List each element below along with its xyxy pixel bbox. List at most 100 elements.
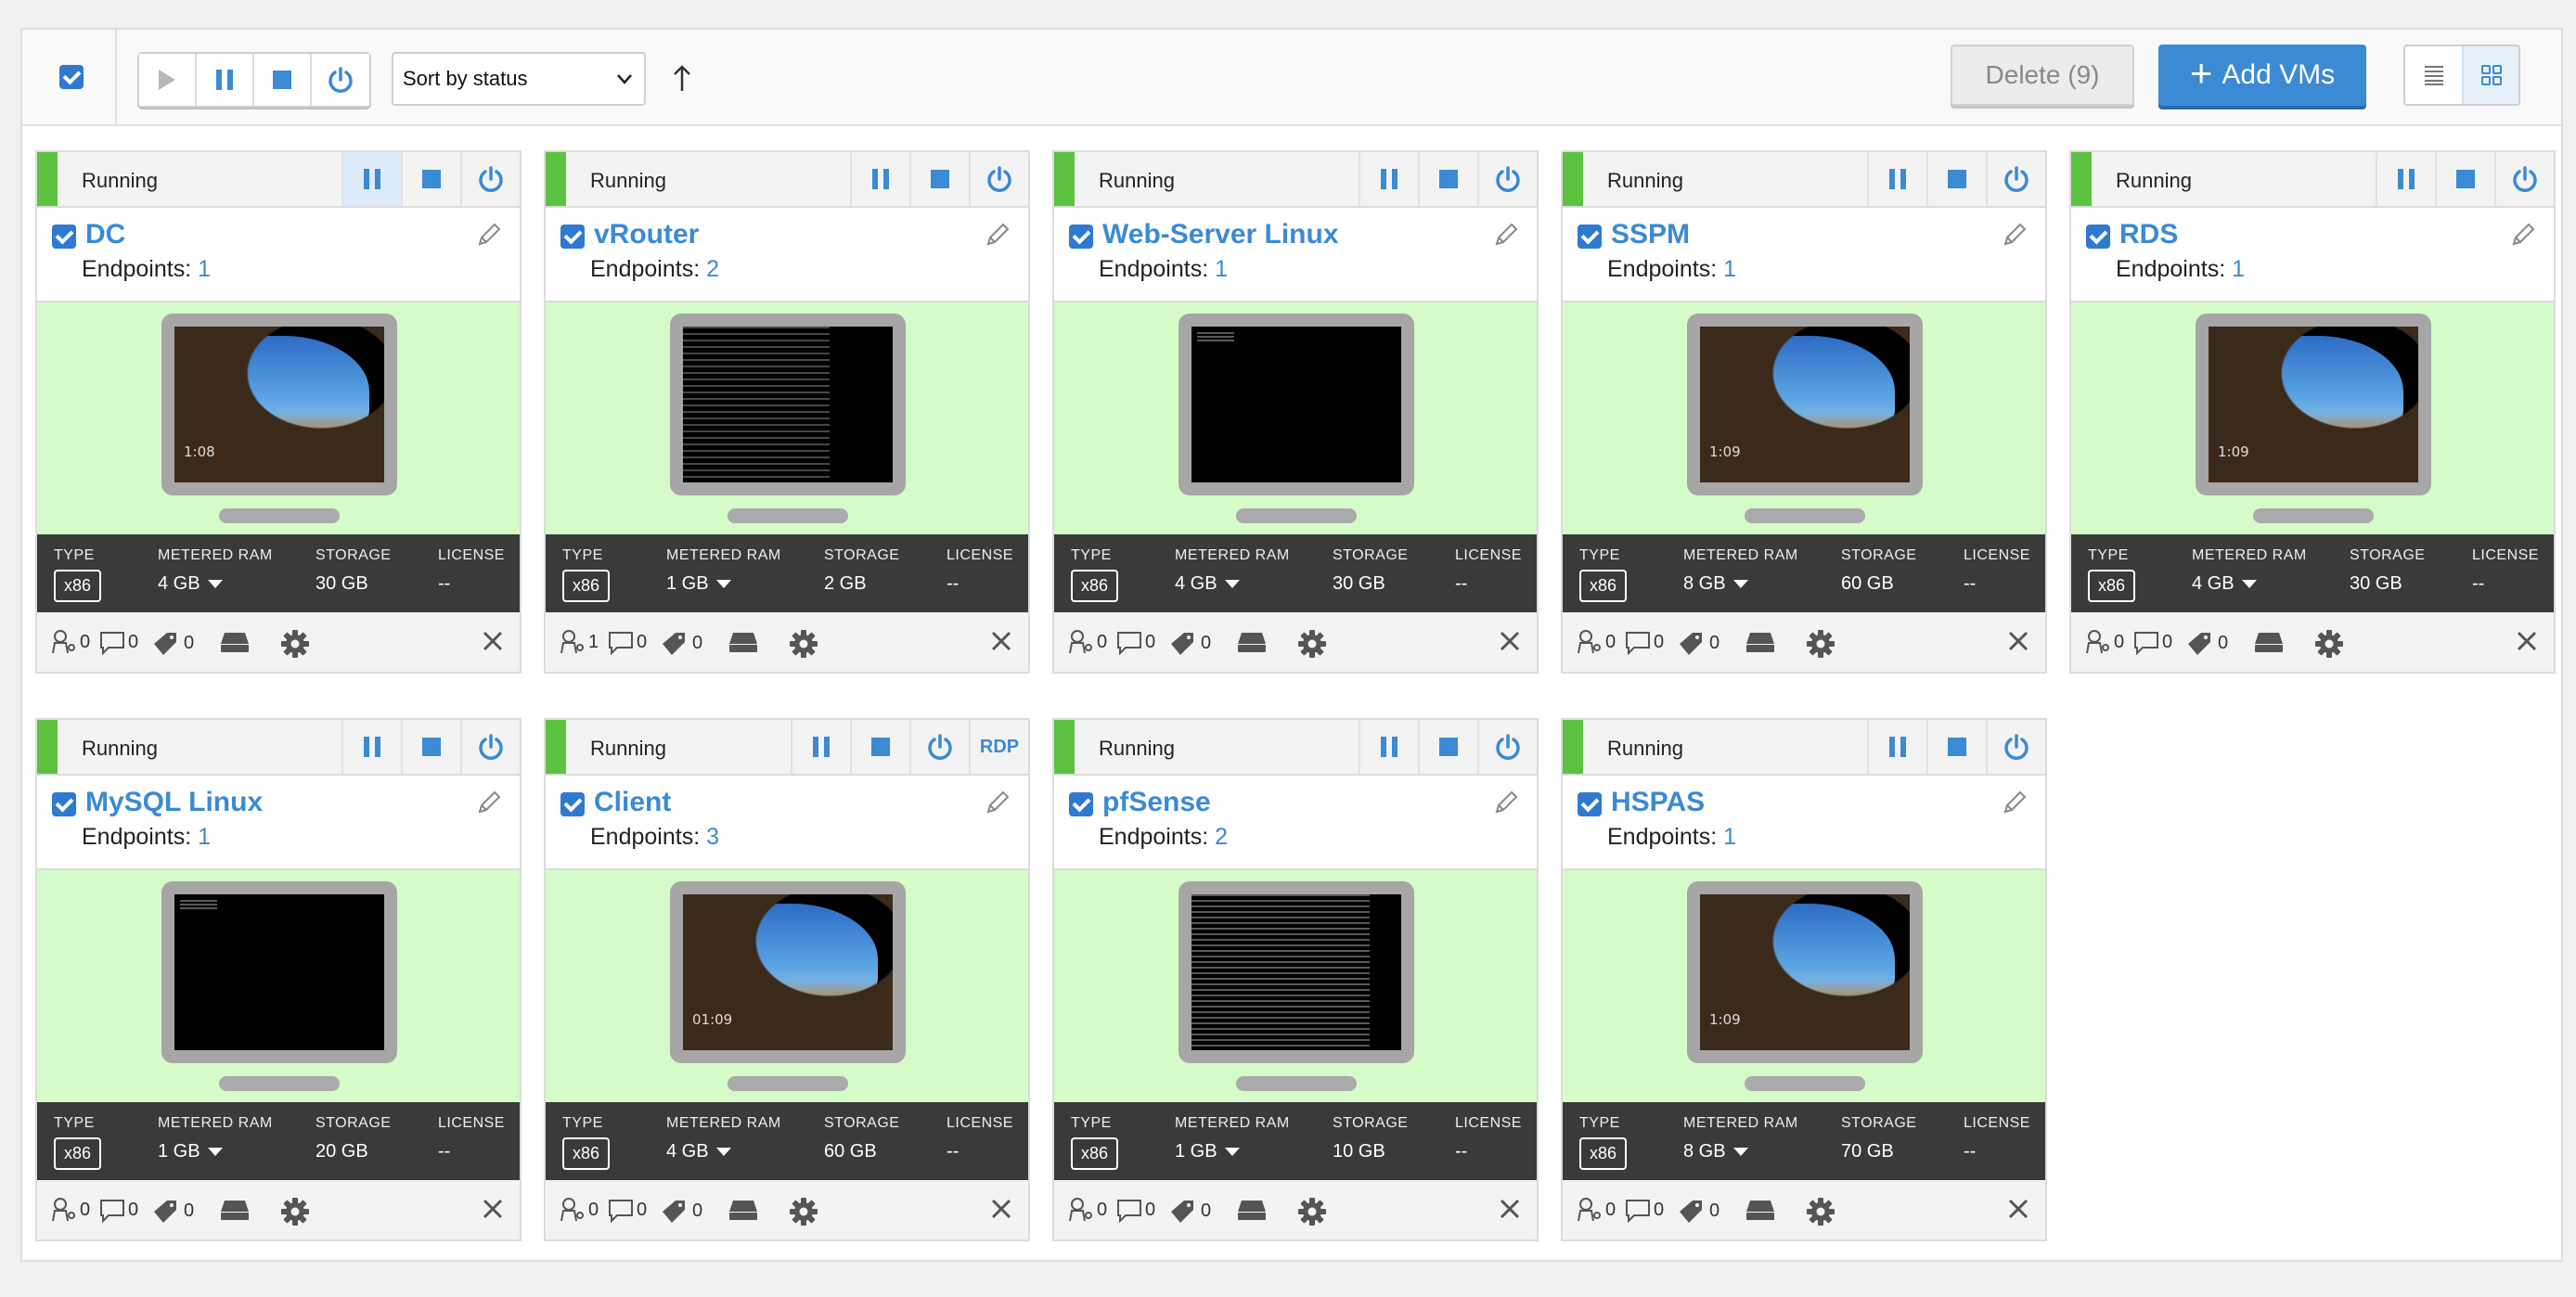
storage-button[interactable] [1236,629,1268,655]
ram-dropdown[interactable]: 4 GB [158,573,273,595]
comments-counter[interactable]: 0 [1624,1197,1664,1223]
comments-counter[interactable]: 0 [607,1197,647,1223]
endpoints-count-link[interactable]: 1 [198,824,211,850]
comments-counter[interactable]: 0 [98,629,138,655]
vm-name-link[interactable]: RDS [2119,219,2178,250]
vm-name-link[interactable]: HSPAS [1611,787,1705,818]
add-vms-button[interactable]: + Add VMs [2158,45,2366,106]
close-icon[interactable] [2006,629,2030,653]
storage-button[interactable] [728,1197,759,1223]
vm-console-preview[interactable]: 1:09 [1563,302,2045,534]
stop-button[interactable] [909,152,969,206]
stop-button[interactable] [850,720,909,774]
power-button[interactable] [1986,720,2045,774]
ram-dropdown[interactable]: 4 GB [2192,573,2307,595]
tags-counter[interactable]: 0 [2184,629,2228,657]
settings-button[interactable] [1806,1197,1835,1226]
edit-pencil-icon[interactable] [1492,221,1520,249]
settings-button[interactable] [2314,629,2344,659]
vm-name-link[interactable]: vRouter [594,219,699,250]
stop-button[interactable] [1926,720,1986,774]
start-all-button[interactable] [139,54,197,106]
storage-button[interactable] [1236,1197,1268,1223]
vm-name-link[interactable]: DC [85,219,125,250]
close-icon[interactable] [1498,629,1522,653]
users-counter[interactable]: 0 [50,1197,90,1223]
power-button[interactable] [1477,720,1537,774]
ram-dropdown[interactable]: 1 GB [1175,1141,1290,1162]
power-button[interactable] [1477,152,1537,206]
users-counter[interactable]: 1 [559,629,599,655]
pause-button[interactable] [850,152,909,206]
close-icon[interactable] [481,629,505,653]
close-icon[interactable] [2006,1197,2030,1221]
stop-button[interactable] [1418,720,1477,774]
endpoints-count-link[interactable]: 1 [2232,256,2245,282]
endpoints-count-link[interactable]: 3 [706,824,719,850]
ram-dropdown[interactable]: 8 GB [1683,1141,1798,1162]
vm-select-checkbox[interactable] [1069,792,1093,816]
settings-button[interactable] [789,1197,818,1226]
vm-select-checkbox[interactable] [560,792,585,816]
power-all-button[interactable] [312,54,369,106]
storage-button[interactable] [2253,629,2285,655]
vm-select-checkbox[interactable] [1069,225,1093,249]
sort-ascending-icon[interactable] [672,63,692,93]
pause-button[interactable] [341,152,401,206]
stop-button[interactable] [1418,152,1477,206]
power-button[interactable] [460,720,520,774]
comments-counter[interactable]: 0 [1115,629,1155,655]
close-icon[interactable] [989,1197,1013,1221]
edit-pencil-icon[interactable] [1492,789,1520,816]
power-button[interactable] [909,720,969,774]
stop-button[interactable] [2435,152,2494,206]
endpoints-count-link[interactable]: 1 [1723,256,1736,282]
storage-button[interactable] [219,629,251,655]
stop-all-button[interactable] [254,54,312,106]
endpoints-count-link[interactable]: 1 [198,256,211,282]
users-counter[interactable]: 0 [1067,629,1107,655]
vm-select-checkbox[interactable] [1578,792,1602,816]
power-button[interactable] [1986,152,2045,206]
power-button[interactable] [2494,152,2554,206]
endpoints-count-link[interactable]: 1 [1723,824,1736,850]
ram-dropdown[interactable]: 1 GB [666,573,781,595]
vm-name-link[interactable]: SSPM [1611,219,1690,250]
rdp-button[interactable]: RDP [969,720,1028,774]
vm-name-link[interactable]: MySQL Linux [85,787,263,818]
edit-pencil-icon[interactable] [475,789,503,816]
edit-pencil-icon[interactable] [984,221,1011,249]
vm-select-checkbox[interactable] [52,225,76,249]
storage-button[interactable] [1745,1197,1776,1223]
vm-name-link[interactable]: pfSense [1102,787,1211,818]
users-counter[interactable]: 0 [1067,1197,1107,1223]
endpoints-count-link[interactable]: 1 [1215,256,1228,282]
users-counter[interactable]: 0 [1576,629,1616,655]
users-counter[interactable]: 0 [50,629,90,655]
storage-button[interactable] [1745,629,1776,655]
stop-button[interactable] [401,152,460,206]
vm-name-link[interactable]: Client [594,787,671,818]
settings-button[interactable] [1297,1197,1327,1226]
vm-console-preview[interactable] [1054,302,1537,534]
tags-counter[interactable]: 0 [1676,1197,1719,1225]
tags-counter[interactable]: 0 [659,1197,702,1225]
power-button[interactable] [460,152,520,206]
power-button[interactable] [969,152,1028,206]
close-icon[interactable] [989,629,1013,653]
comments-counter[interactable]: 0 [98,1197,138,1223]
pause-button[interactable] [341,720,401,774]
endpoints-count-link[interactable]: 2 [1215,824,1228,850]
stop-button[interactable] [401,720,460,774]
vm-select-checkbox[interactable] [52,792,76,816]
vm-select-checkbox[interactable] [1578,225,1602,249]
pause-all-button[interactable] [197,54,254,106]
ram-dropdown[interactable]: 1 GB [158,1141,273,1162]
pause-button[interactable] [2376,152,2435,206]
pause-button[interactable] [1867,720,1926,774]
stop-button[interactable] [1926,152,1986,206]
storage-button[interactable] [728,629,759,655]
close-icon[interactable] [2515,629,2539,653]
select-all-checkbox[interactable] [59,65,84,89]
tags-counter[interactable]: 0 [1167,629,1211,657]
